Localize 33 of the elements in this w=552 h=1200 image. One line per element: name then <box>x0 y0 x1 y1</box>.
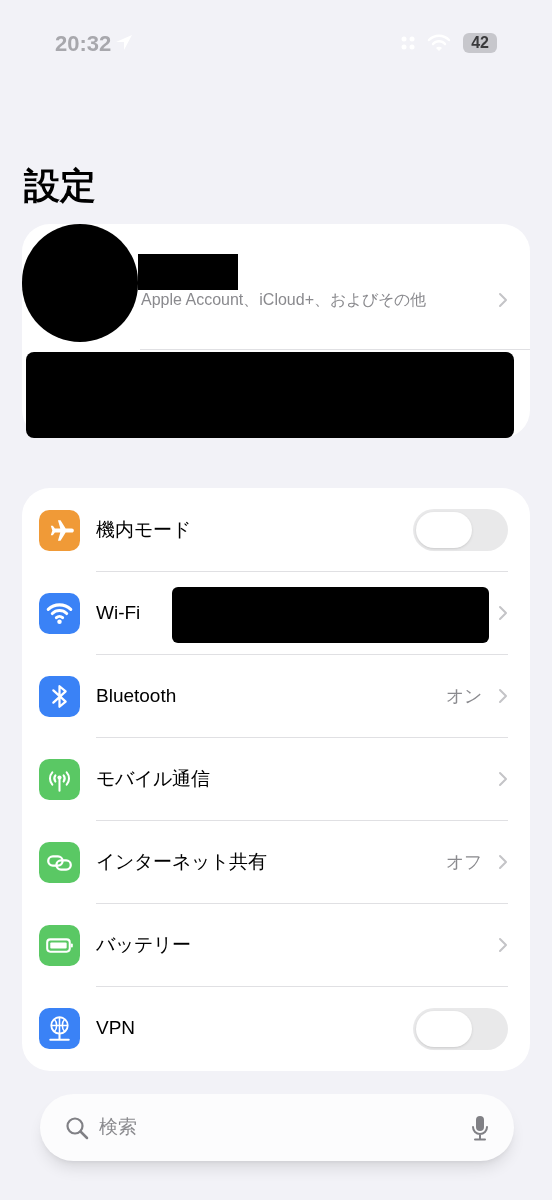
wifi-icon <box>39 593 80 634</box>
antenna-icon <box>39 759 80 800</box>
setting-value: オン <box>446 684 482 708</box>
toggle-switch[interactable] <box>413 509 508 551</box>
search-field[interactable]: 検索 <box>99 1113 461 1142</box>
setting-label[interactable]: モバイル通信 <box>96 764 210 794</box>
battery-icon <box>39 925 80 966</box>
airplane-icon <box>39 510 80 551</box>
status-time: 20:32 <box>55 29 112 58</box>
toggle-switch[interactable] <box>413 1007 508 1050</box>
account-card[interactable]: Apple Account、iCloud+、およびその他 <box>22 224 530 438</box>
setting-label[interactable]: 機内モード <box>96 515 191 545</box>
account-subtitle: Apple Account、iCloud+、およびその他 <box>141 290 426 310</box>
setting-label[interactable]: Wi-Fi <box>96 598 141 628</box>
bluetooth-icon <box>39 676 80 717</box>
chevron-icon <box>498 605 508 621</box>
search-bar[interactable]: 検索 <box>40 1094 514 1161</box>
battery-level: 42 <box>463 33 497 53</box>
chain-link-icon <box>39 842 80 883</box>
setting-label[interactable]: VPN <box>96 1014 136 1043</box>
chevron-icon <box>498 771 508 787</box>
microphone-icon[interactable] <box>471 1114 489 1141</box>
chevron-icon <box>498 854 508 870</box>
chevron-icon <box>498 292 508 308</box>
chevron-icon <box>498 688 508 704</box>
setting-value: オフ <box>446 850 482 874</box>
setting-label[interactable]: Bluetooth <box>96 681 177 711</box>
search-icon <box>65 1115 89 1140</box>
chevron-icon <box>498 937 508 953</box>
globe-network-icon <box>39 1008 80 1049</box>
setting-label[interactable]: バッテリー <box>96 930 191 960</box>
setting-label[interactable]: インターネット共有 <box>96 847 267 877</box>
page-title: 設定 <box>23 164 97 208</box>
